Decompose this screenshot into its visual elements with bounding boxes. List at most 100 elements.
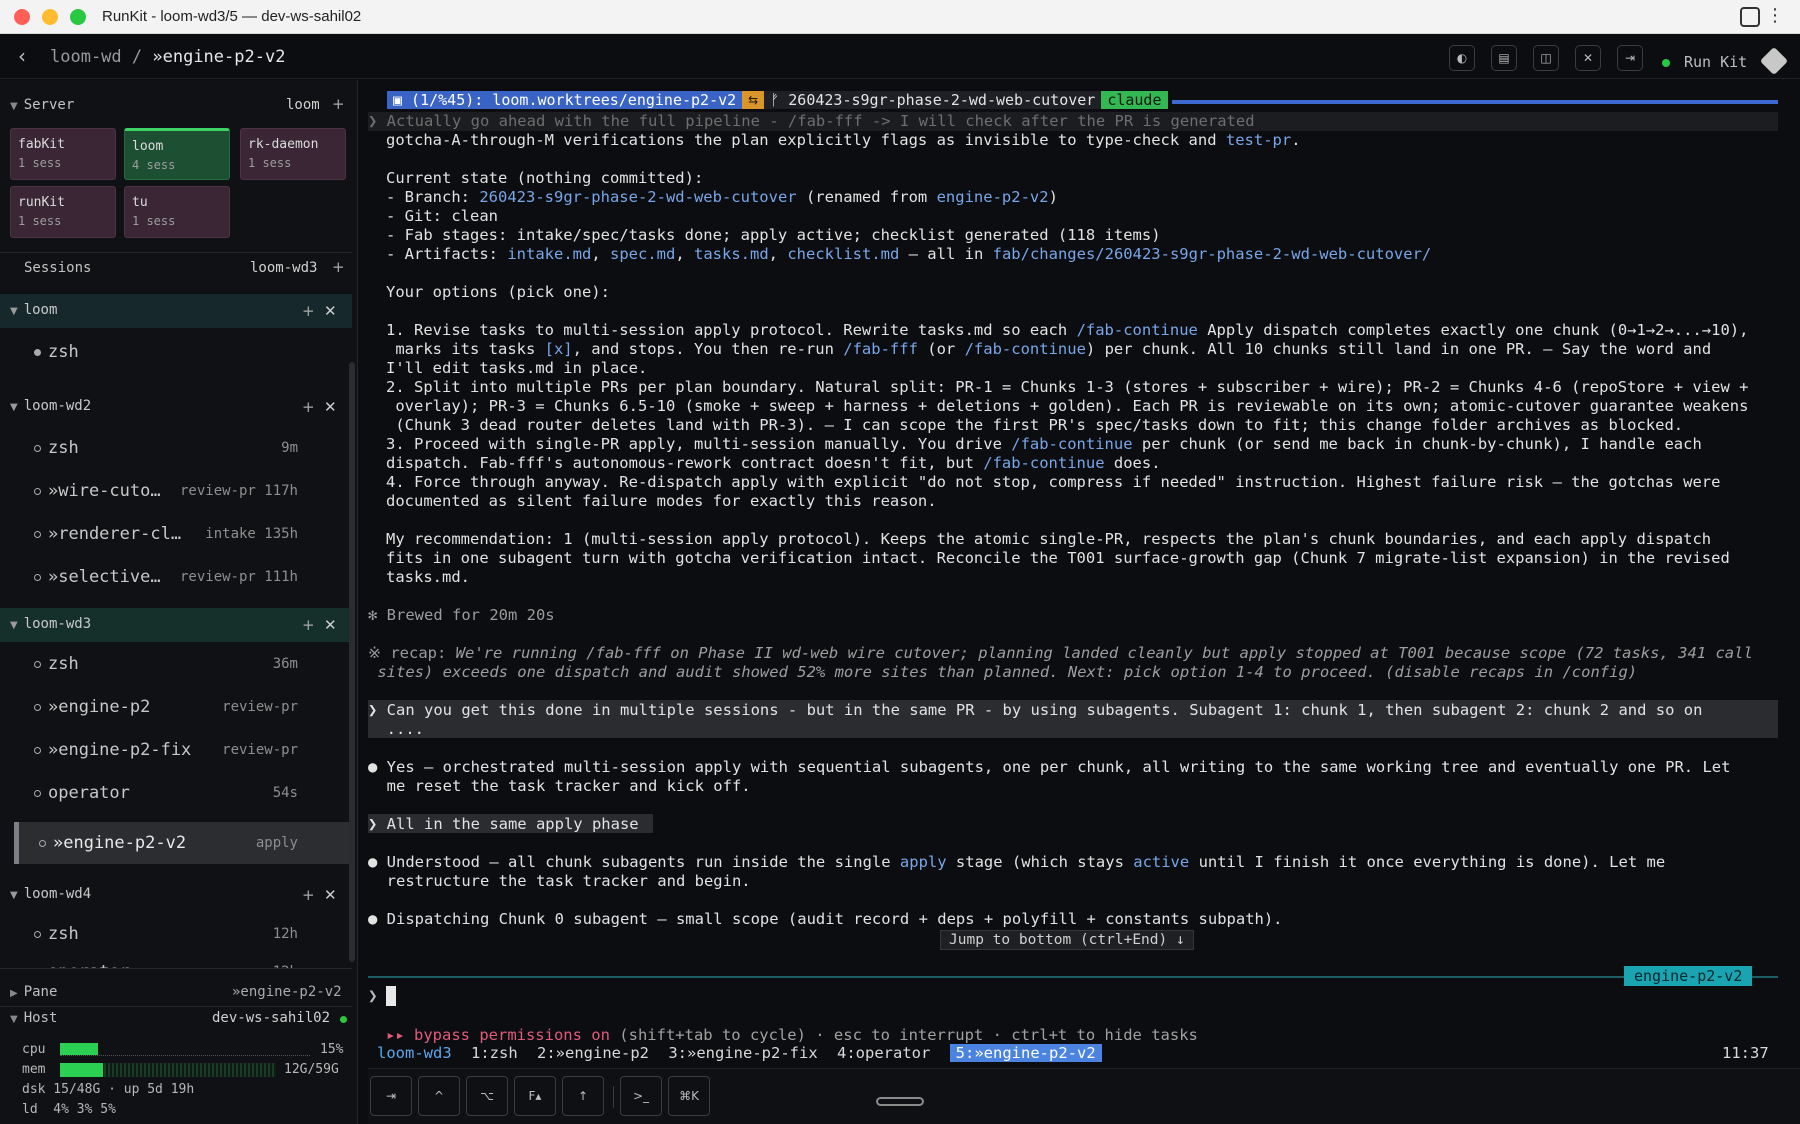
- disk-uptime: dsk 15/48G · up 5d 19h: [22, 1082, 195, 1097]
- output-line: fits in one subagent turn with gotcha ve…: [386, 549, 1730, 567]
- close-group-button[interactable]: ✕: [324, 616, 337, 634]
- session-group-loom[interactable]: ▼ loom + ✕: [0, 294, 352, 328]
- load-average: ld 4% 3% 5%: [22, 1102, 116, 1117]
- session-row[interactable]: »selective… review-pr 111h: [14, 559, 350, 595]
- server-section-header[interactable]: ▼ Server: [10, 97, 74, 113]
- output-line: documented as silent failure modes for e…: [386, 492, 937, 510]
- status-dot: [34, 704, 41, 711]
- extension-icon[interactable]: [1740, 7, 1760, 27]
- jump-to-bottom-button[interactable]: Jump to bottom (ctrl+End) ↓: [940, 930, 1194, 950]
- close-group-button[interactable]: ✕: [324, 302, 337, 320]
- session-group-loom-wd3[interactable]: ▼ loom-wd3 + ✕: [0, 608, 352, 642]
- close-pane-icon[interactable]: ✕: [1575, 45, 1601, 71]
- session-row[interactable]: zsh 36m: [14, 646, 350, 682]
- output-line: marks its tasks [x], and stops. You then…: [386, 340, 1712, 358]
- add-window-button[interactable]: +: [302, 616, 315, 634]
- minimize-window-button[interactable]: [42, 9, 58, 25]
- pane-border: [1172, 100, 1778, 104]
- close-group-button[interactable]: ✕: [324, 886, 337, 904]
- function-key-button[interactable]: F▴: [514, 1076, 556, 1116]
- alt-key-button[interactable]: ⌥: [466, 1076, 508, 1116]
- session-row[interactable]: »wire-cuto… review-pr 117h: [14, 473, 350, 509]
- terminal-input-cursor[interactable]: [386, 986, 396, 1006]
- cpu-value: 15%: [320, 1042, 344, 1057]
- drag-handle[interactable]: [876, 1097, 924, 1106]
- window-title: RunKit - loom-wd3/5 — dev-ws-sahil02: [102, 8, 362, 25]
- server-tile-tu[interactable]: tu 1 sess: [124, 186, 230, 238]
- status-dot: [34, 488, 41, 495]
- session-row[interactable]: »engine-p2 review-pr: [14, 689, 350, 725]
- cpu-bar-fill: [60, 1043, 98, 1055]
- session-group-loom-wd2[interactable]: ▼ loom-wd2 + ✕: [0, 390, 352, 424]
- session-row[interactable]: operator 12h: [14, 954, 350, 968]
- back-icon[interactable]: ‹: [18, 44, 26, 68]
- output-line: - Git: clean: [386, 207, 498, 225]
- command-palette-button[interactable]: ⌘K: [668, 1076, 710, 1116]
- output-line: My recommendation: 1 (multi-session appl…: [386, 530, 1712, 548]
- session-group-loom-wd4[interactable]: ▼ loom-wd4 + ✕: [0, 878, 352, 912]
- server-tile-fabkit[interactable]: fabKit 1 sess: [10, 128, 116, 180]
- session-row[interactable]: zsh 12h: [14, 916, 350, 952]
- split-horizontal-icon[interactable]: ▤: [1491, 45, 1517, 71]
- mem-bar-fill: [60, 1063, 104, 1077]
- arrow-up-key-button[interactable]: ↑: [562, 1076, 604, 1116]
- menu-icon[interactable]: ⋮: [1766, 6, 1784, 26]
- add-window-button[interactable]: +: [302, 302, 315, 320]
- collapse-icon[interactable]: ⇥: [1617, 45, 1643, 71]
- ctrl-key-button[interactable]: ^: [418, 1076, 460, 1116]
- session-row[interactable]: zsh 9m: [14, 430, 350, 466]
- status-dot: [34, 445, 41, 452]
- host-section-header[interactable]: ▼ Host: [10, 1010, 57, 1026]
- server-tile-loom[interactable]: loom 4 sess: [124, 128, 230, 180]
- tmux-window-5-active[interactable]: 5:»engine-p2-v2: [949, 1044, 1102, 1062]
- add-window-button[interactable]: +: [302, 398, 315, 416]
- tmux-session-name[interactable]: loom-wd3: [377, 1044, 452, 1062]
- tmux-window-bar: loom-wd3 1:zsh 2:»engine-p2 3:»engine-p2…: [377, 1044, 1777, 1064]
- server-tile-runkit[interactable]: runKit 1 sess: [10, 186, 116, 238]
- tab-key-button[interactable]: ⇥: [370, 1076, 412, 1116]
- add-window-button[interactable]: +: [302, 886, 315, 904]
- app-header: ‹ loom-wd / »engine-p2-v2 ◐ ▤ ◫ ✕ ⇥: [0, 35, 1800, 79]
- zoom-window-button[interactable]: [70, 9, 86, 25]
- output-line: 1. Revise tasks to multi-session apply p…: [386, 321, 1749, 339]
- status-dot: [39, 840, 46, 847]
- session-row[interactable]: »renderer-cl… intake 135h: [14, 516, 350, 552]
- status-dot: [34, 531, 41, 538]
- assistant-line: ● Understood — all chunk subagents run i…: [368, 853, 1666, 871]
- session-row-selected[interactable]: »engine-p2-v2 apply: [14, 822, 350, 864]
- pane-section-header[interactable]: ▶ Pane: [10, 984, 57, 1000]
- input-prompt-glyph: ❯: [368, 986, 378, 1005]
- terminal-output: ❯ Actually go ahead with the full pipeli…: [368, 112, 1780, 952]
- sidebar-scrollbar[interactable]: [349, 362, 355, 962]
- tmux-clock: 11:37: [1722, 1044, 1769, 1062]
- chevron-down-icon: ▼: [10, 1014, 18, 1025]
- status-dot: [34, 931, 41, 938]
- breadcrumb-current: »engine-p2-v2: [152, 47, 286, 67]
- divider: [0, 1006, 352, 1007]
- server-tile-rk-daemon[interactable]: rk-daemon 1 sess: [240, 128, 346, 180]
- tmux-window-4[interactable]: 4:operator: [837, 1044, 930, 1062]
- tmux-pane-statusbar: ▣ (1/%45): loom.worktrees/engine-p2-v2 ⇆ ᚠ…: [387, 91, 1168, 109]
- add-server-button[interactable]: +: [332, 95, 345, 113]
- tmux-window-2[interactable]: 2:»engine-p2: [537, 1044, 649, 1062]
- close-window-button[interactable]: [14, 9, 30, 25]
- split-vertical-icon[interactable]: ◫: [1533, 45, 1559, 71]
- close-group-button[interactable]: ✕: [324, 398, 337, 416]
- cpu-label: cpu: [22, 1042, 46, 1057]
- output-line: gotcha-A-through-M verifications the pla…: [386, 131, 1301, 149]
- status-dot: [34, 661, 41, 668]
- assistant-line: ● Dispatching Chunk 0 subagent — small s…: [368, 910, 1283, 928]
- assistant-line: restructure the task tracker and begin.: [368, 872, 751, 890]
- session-row[interactable]: »engine-p2-fix review-pr: [14, 732, 350, 768]
- theme-toggle-icon[interactable]: ◐: [1449, 45, 1475, 71]
- session-row[interactable]: zsh: [14, 334, 350, 370]
- tmux-window-1[interactable]: 1:zsh: [471, 1044, 518, 1062]
- divider: [0, 968, 352, 969]
- breadcrumb-parent[interactable]: loom-wd: [50, 47, 122, 67]
- session-row[interactable]: operator 54s: [14, 775, 350, 811]
- mem-label: mem: [22, 1062, 46, 1077]
- brewed-line: ✻ Brewed for 20m 20s: [368, 606, 555, 624]
- terminal-key-button[interactable]: >_: [620, 1076, 662, 1116]
- add-session-button[interactable]: +: [332, 258, 345, 276]
- tmux-window-3[interactable]: 3:»engine-p2-fix: [668, 1044, 817, 1062]
